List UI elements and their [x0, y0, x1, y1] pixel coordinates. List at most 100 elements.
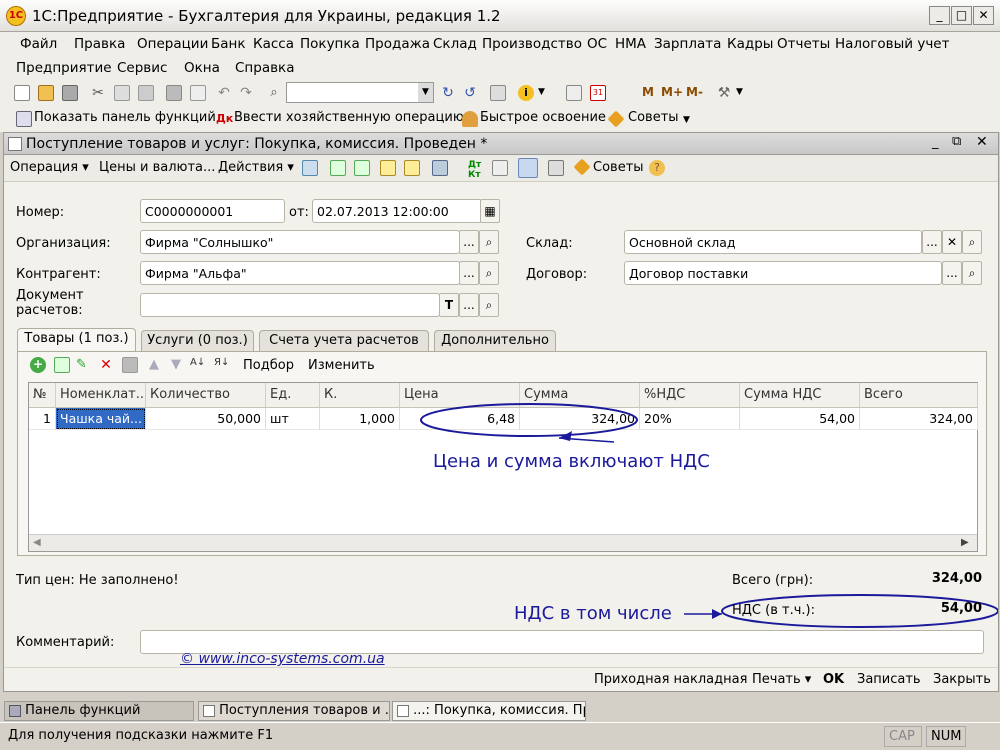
journal-icon[interactable]: [492, 160, 508, 176]
actions-menu[interactable]: Действия ▾: [218, 160, 294, 175]
copy-icon[interactable]: [114, 85, 130, 101]
table-cell-item[interactable]: Чашка чай...: [56, 408, 146, 430]
search-back-icon[interactable]: ↺: [462, 85, 478, 101]
tab-services[interactable]: Услуги (0 поз.): [141, 330, 254, 352]
move-down-icon[interactable]: ▼: [168, 357, 184, 373]
settlement-search-icon[interactable]: ⌕: [479, 293, 499, 317]
doc-minimize-button[interactable]: _: [932, 135, 939, 150]
maximize-button[interactable]: □: [951, 6, 972, 25]
menu-reports[interactable]: Отчеты: [777, 36, 830, 52]
col-header-vat-rate[interactable]: %НДС: [640, 383, 740, 408]
memory-minus-button[interactable]: M-: [686, 85, 703, 99]
cut-icon[interactable]: ✂: [90, 85, 106, 101]
search-forward-icon[interactable]: ↻: [440, 85, 456, 101]
post-icon[interactable]: [302, 160, 318, 176]
help-icon[interactable]: ?: [649, 160, 665, 176]
contract-search-icon[interactable]: ⌕: [962, 261, 982, 285]
warehouse-clear-icon[interactable]: ✕: [942, 230, 962, 254]
open-icon[interactable]: [38, 85, 54, 101]
table-cell-qty[interactable]: 50,000: [146, 408, 266, 430]
menu-salary[interactable]: Зарплата: [654, 36, 721, 52]
taskbar-item-document[interactable]: ...: Покупка, комиссия. Пр...: [392, 701, 586, 721]
operation-menu[interactable]: Операция ▾: [10, 160, 89, 175]
list-icon[interactable]: [548, 160, 564, 176]
selection-button[interactable]: Подбор: [243, 358, 294, 373]
close-doc-button[interactable]: Закрыть: [933, 672, 991, 687]
counterparty-search-icon[interactable]: ⌕: [479, 261, 499, 285]
prices-currency-button[interactable]: Цены и валюта...: [99, 160, 215, 175]
col-header-unit[interactable]: Ед.: [266, 383, 320, 408]
taskbar-item-functions[interactable]: Панель функций: [4, 701, 194, 721]
save-icon[interactable]: [62, 85, 78, 101]
chevron-down-icon-3[interactable]: ▼: [736, 87, 743, 97]
col-header-sum[interactable]: Сумма: [520, 383, 640, 408]
doc-tips-button[interactable]: Советы: [593, 160, 644, 175]
menu-operations[interactable]: Операции: [137, 36, 208, 52]
search-combo[interactable]: [286, 82, 434, 103]
edit-row-icon[interactable]: ✎: [76, 357, 92, 373]
col-header-total[interactable]: Всего: [860, 383, 978, 408]
table-cell-vat-rate[interactable]: 20%: [640, 408, 740, 430]
table-cell-coef[interactable]: 1,000: [320, 408, 400, 430]
delete-row-icon[interactable]: ✕: [98, 357, 114, 373]
price-type-label[interactable]: Тип цен: Не заполнено!: [16, 573, 179, 588]
sort-asc-icon[interactable]: A↓: [190, 357, 206, 373]
calendar-picker-icon[interactable]: ▦: [480, 199, 500, 223]
table-cell-no[interactable]: 1: [29, 408, 56, 430]
table-cell-unit[interactable]: шт: [266, 408, 320, 430]
taskbar-item-receipts-list[interactable]: Поступления товаров и ...: [198, 701, 390, 721]
settlement-select-button[interactable]: ...: [459, 293, 479, 317]
tab-settlement-accounts[interactable]: Счета учета расчетов: [259, 330, 429, 352]
end-edit-icon[interactable]: [122, 357, 138, 373]
contract-select-button[interactable]: ...: [942, 261, 962, 285]
col-header-price[interactable]: Цена: [400, 383, 520, 408]
menu-hr[interactable]: Кадры: [727, 36, 773, 52]
receipt-invoice-button[interactable]: Приходная накладная: [594, 672, 747, 687]
org-search-icon[interactable]: ⌕: [479, 230, 499, 254]
menu-file[interactable]: Файл: [20, 36, 57, 52]
enter-operation-button[interactable]: Ввести хозяйственную операцию: [234, 110, 464, 125]
settlement-doc-field[interactable]: [140, 293, 440, 317]
save-button[interactable]: Записать: [857, 672, 921, 687]
redo-icon[interactable]: ↷: [238, 85, 254, 101]
close-button[interactable]: ✕: [973, 6, 994, 25]
tab-goods[interactable]: Товары (1 поз.): [17, 328, 136, 352]
table-cell-sum[interactable]: 324,00: [520, 408, 640, 430]
menu-enterprise[interactable]: Предприятие: [16, 60, 112, 76]
warehouse-select-button[interactable]: ...: [922, 230, 942, 254]
counterparty-field[interactable]: Фирма "Альфа": [140, 261, 460, 285]
print-icon[interactable]: [166, 85, 182, 101]
based-on-icon[interactable]: [380, 160, 396, 176]
menu-sales[interactable]: Продажа: [365, 36, 430, 52]
menu-purchase[interactable]: Покупка: [300, 36, 360, 52]
col-header-item[interactable]: Номенклат...: [56, 383, 146, 408]
number-field[interactable]: С0000000001: [140, 199, 285, 223]
memory-plus-button[interactable]: M+: [661, 85, 683, 99]
tips-button[interactable]: Советы: [628, 110, 679, 125]
chevron-down-icon-4[interactable]: ▼: [683, 115, 690, 125]
scroll-left-icon[interactable]: ◀: [33, 537, 41, 548]
table-cell-price[interactable]: 6,48: [400, 408, 520, 430]
menu-tax[interactable]: Налоговый учет: [835, 36, 949, 52]
doc-close-button[interactable]: ✕: [976, 134, 988, 150]
menu-warehouse[interactable]: Склад: [433, 36, 477, 52]
search-icon[interactable]: ⌕: [266, 85, 282, 101]
menu-help[interactable]: Справка: [235, 60, 294, 76]
move-up-icon[interactable]: ▲: [146, 357, 162, 373]
change-button[interactable]: Изменить: [308, 358, 375, 373]
menu-fixed-assets[interactable]: ОС: [587, 36, 607, 52]
menu-cash[interactable]: Касса: [253, 36, 294, 52]
organization-field[interactable]: Фирма "Солнышко": [140, 230, 460, 254]
menu-intangibles[interactable]: НМА: [615, 36, 646, 52]
contract-field[interactable]: Договор поставки: [624, 261, 942, 285]
col-header-no[interactable]: №: [29, 383, 56, 408]
tab-additional[interactable]: Дополнительно: [434, 330, 556, 352]
menu-service[interactable]: Сервис: [117, 60, 167, 76]
add-row-icon[interactable]: +: [30, 357, 46, 373]
horizontal-scrollbar[interactable]: ◀ ▶: [29, 534, 977, 551]
col-header-vat-sum[interactable]: Сумма НДС: [740, 383, 860, 408]
table-cell-vat-sum[interactable]: 54,00: [740, 408, 860, 430]
calendar-icon[interactable]: 31: [590, 85, 606, 101]
org-select-button[interactable]: ...: [459, 230, 479, 254]
windows-icon[interactable]: [490, 85, 506, 101]
